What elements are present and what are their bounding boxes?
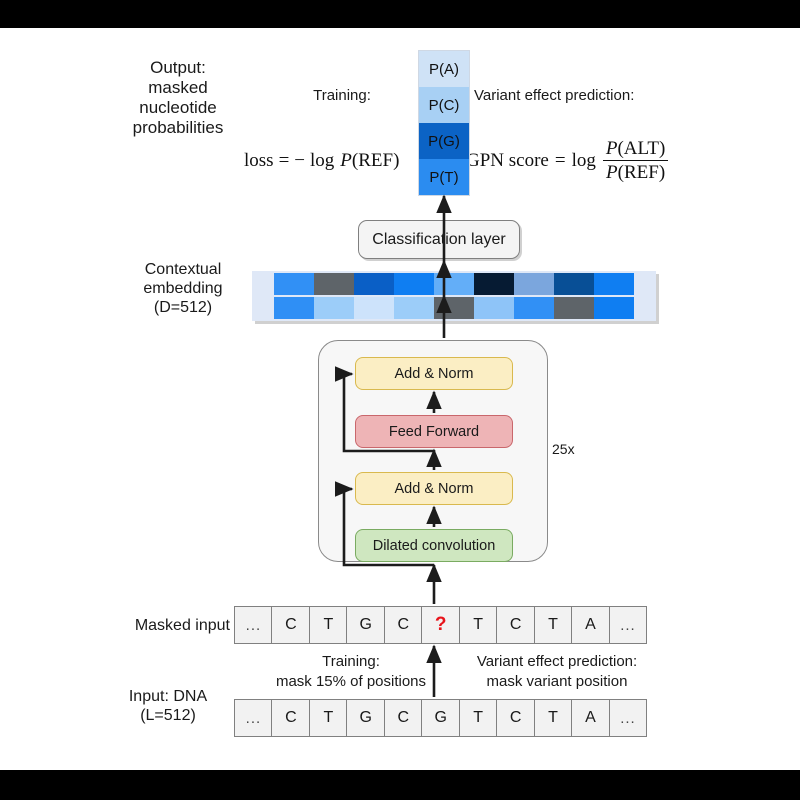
embedding-cell — [314, 273, 354, 295]
block-repeat-count: 25x — [552, 441, 575, 457]
masked-nucleotide-probability-column: P(A) P(C) P(G) P(T) — [418, 50, 470, 196]
embedding-cell — [474, 273, 514, 295]
embedding-row-bottom — [252, 297, 656, 319]
sequence-cell: A — [571, 606, 610, 644]
embedding-cell — [434, 297, 474, 319]
input-dna-sequence: ... C T G C G T C T A... — [234, 699, 648, 737]
label-contextual-embedding: Contextual embedding (D=512) — [143, 261, 223, 316]
embedding-cell — [354, 273, 394, 295]
prob-cell-C: P(C) — [419, 87, 469, 123]
embedding-pad-right — [634, 297, 656, 319]
loss-ref-arg: (REF) — [351, 150, 400, 171]
loss-lhs: loss — [244, 150, 274, 171]
embedding-cell — [394, 273, 434, 295]
sequence-cell: T — [308, 606, 348, 644]
embedding-cell — [394, 297, 434, 319]
embedding-cell — [594, 297, 634, 319]
embedding-cell — [594, 273, 634, 295]
prob-label-A: P(A) — [429, 60, 459, 78]
classification-layer-label: Classification layer — [372, 230, 506, 248]
sequence-cell-masked: ? — [421, 606, 461, 644]
embedding-cell — [314, 297, 354, 319]
loss-equals: = — [278, 150, 290, 171]
embedding-cell — [554, 273, 594, 295]
layer-label-feed-forward: Feed Forward — [388, 423, 480, 440]
label-masked-input: Masked input — [134, 617, 230, 634]
embedding-pad-right — [634, 273, 656, 295]
layer-label-add-norm-top: Add & Norm — [394, 365, 474, 382]
sequence-cell: T — [533, 699, 573, 737]
embedding-cell — [474, 297, 514, 319]
gpn-fraction: P(ALT) P(REF) — [602, 138, 669, 184]
sequence-cell: C — [383, 699, 423, 737]
sequence-cell: ... — [608, 699, 648, 737]
embedding-pad-left — [252, 297, 274, 319]
masked-input-sequence: ... C T G C? T C T A... — [234, 606, 648, 644]
embedding-cell — [554, 297, 594, 319]
sequence-cell: G — [421, 699, 461, 737]
embedding-cell — [274, 273, 314, 295]
label-input-dna: Input: DNA (L=512) — [128, 688, 208, 724]
gpn-denominator: P(REF) — [602, 160, 669, 183]
variant-detail-bottom: mask variant position — [486, 673, 628, 690]
training-heading-bottom: Training: — [322, 653, 380, 670]
sequence-cell: G — [346, 699, 386, 737]
embedding-pad-left — [252, 273, 274, 295]
sequence-cell: T — [308, 699, 348, 737]
sequence-cell: A — [571, 699, 610, 737]
prob-label-T: P(T) — [429, 168, 459, 186]
layer-label-add-norm-bottom: Add & Norm — [394, 480, 474, 497]
prob-label-C: P(C) — [428, 96, 460, 114]
sequence-cell: C — [496, 699, 536, 737]
loss-formula: loss = − log P(REF) — [244, 150, 399, 172]
prob-cell-A: P(A) — [419, 51, 469, 87]
gpn-equals: = — [554, 149, 566, 171]
sequence-cell: C — [383, 606, 423, 644]
sequence-cell: ... — [234, 606, 273, 644]
layer-label-dilated-convolution: Dilated convolution — [372, 537, 496, 554]
sequence-cell: T — [458, 699, 498, 737]
embedding-cell — [514, 273, 554, 295]
gpn-numerator: P(ALT) — [605, 138, 666, 159]
layer-add-norm-bottom[interactable]: Add & Norm — [355, 472, 513, 505]
layer-feed-forward[interactable]: Feed Forward — [355, 415, 513, 448]
classification-layer-box[interactable]: Classification layer — [358, 220, 520, 259]
gpn-lhs: GPN score — [466, 149, 549, 171]
gpn-score-formula: GPN score = log P(ALT) P(REF) — [466, 138, 669, 184]
prob-label-G: P(G) — [428, 132, 460, 150]
prob-cell-T: P(T) — [419, 159, 469, 195]
embedding-cell — [434, 273, 474, 295]
sequence-cell: ... — [234, 699, 273, 737]
sequence-cell: T — [533, 606, 573, 644]
embedding-cell — [274, 297, 314, 319]
loss-log: log — [310, 150, 335, 171]
embedding-cell — [514, 297, 554, 319]
sequence-cell: C — [271, 699, 311, 737]
layer-dilated-convolution[interactable]: Dilated convolution — [355, 529, 513, 562]
variant-heading-top: Variant effect prediction: — [474, 87, 635, 104]
prob-cell-G: P(G) — [419, 123, 469, 159]
training-detail-bottom: mask 15% of positions — [275, 673, 427, 690]
contextual-embedding-strip — [252, 271, 656, 321]
sequence-cell: C — [271, 606, 311, 644]
gpn-architecture-figure: Output: masked nucleotide probabilities … — [0, 28, 800, 770]
label-output-probabilities: Output: masked nucleotide probabilities — [132, 58, 224, 138]
embedding-row-top — [252, 273, 656, 295]
sequence-cell: T — [458, 606, 498, 644]
sequence-cell: C — [496, 606, 536, 644]
embedding-cell — [354, 297, 394, 319]
sequence-cell: ... — [608, 606, 648, 644]
layer-add-norm-top[interactable]: Add & Norm — [355, 357, 513, 390]
variant-heading-bottom: Variant effect prediction: — [476, 653, 638, 670]
loss-minus: − — [294, 150, 306, 171]
sequence-cell: G — [346, 606, 386, 644]
training-heading-top: Training: — [313, 87, 371, 104]
screenshot-canvas: Output: masked nucleotide probabilities … — [0, 0, 800, 800]
gpn-log: log — [571, 149, 596, 171]
loss-p-symbol: P — [340, 150, 352, 171]
